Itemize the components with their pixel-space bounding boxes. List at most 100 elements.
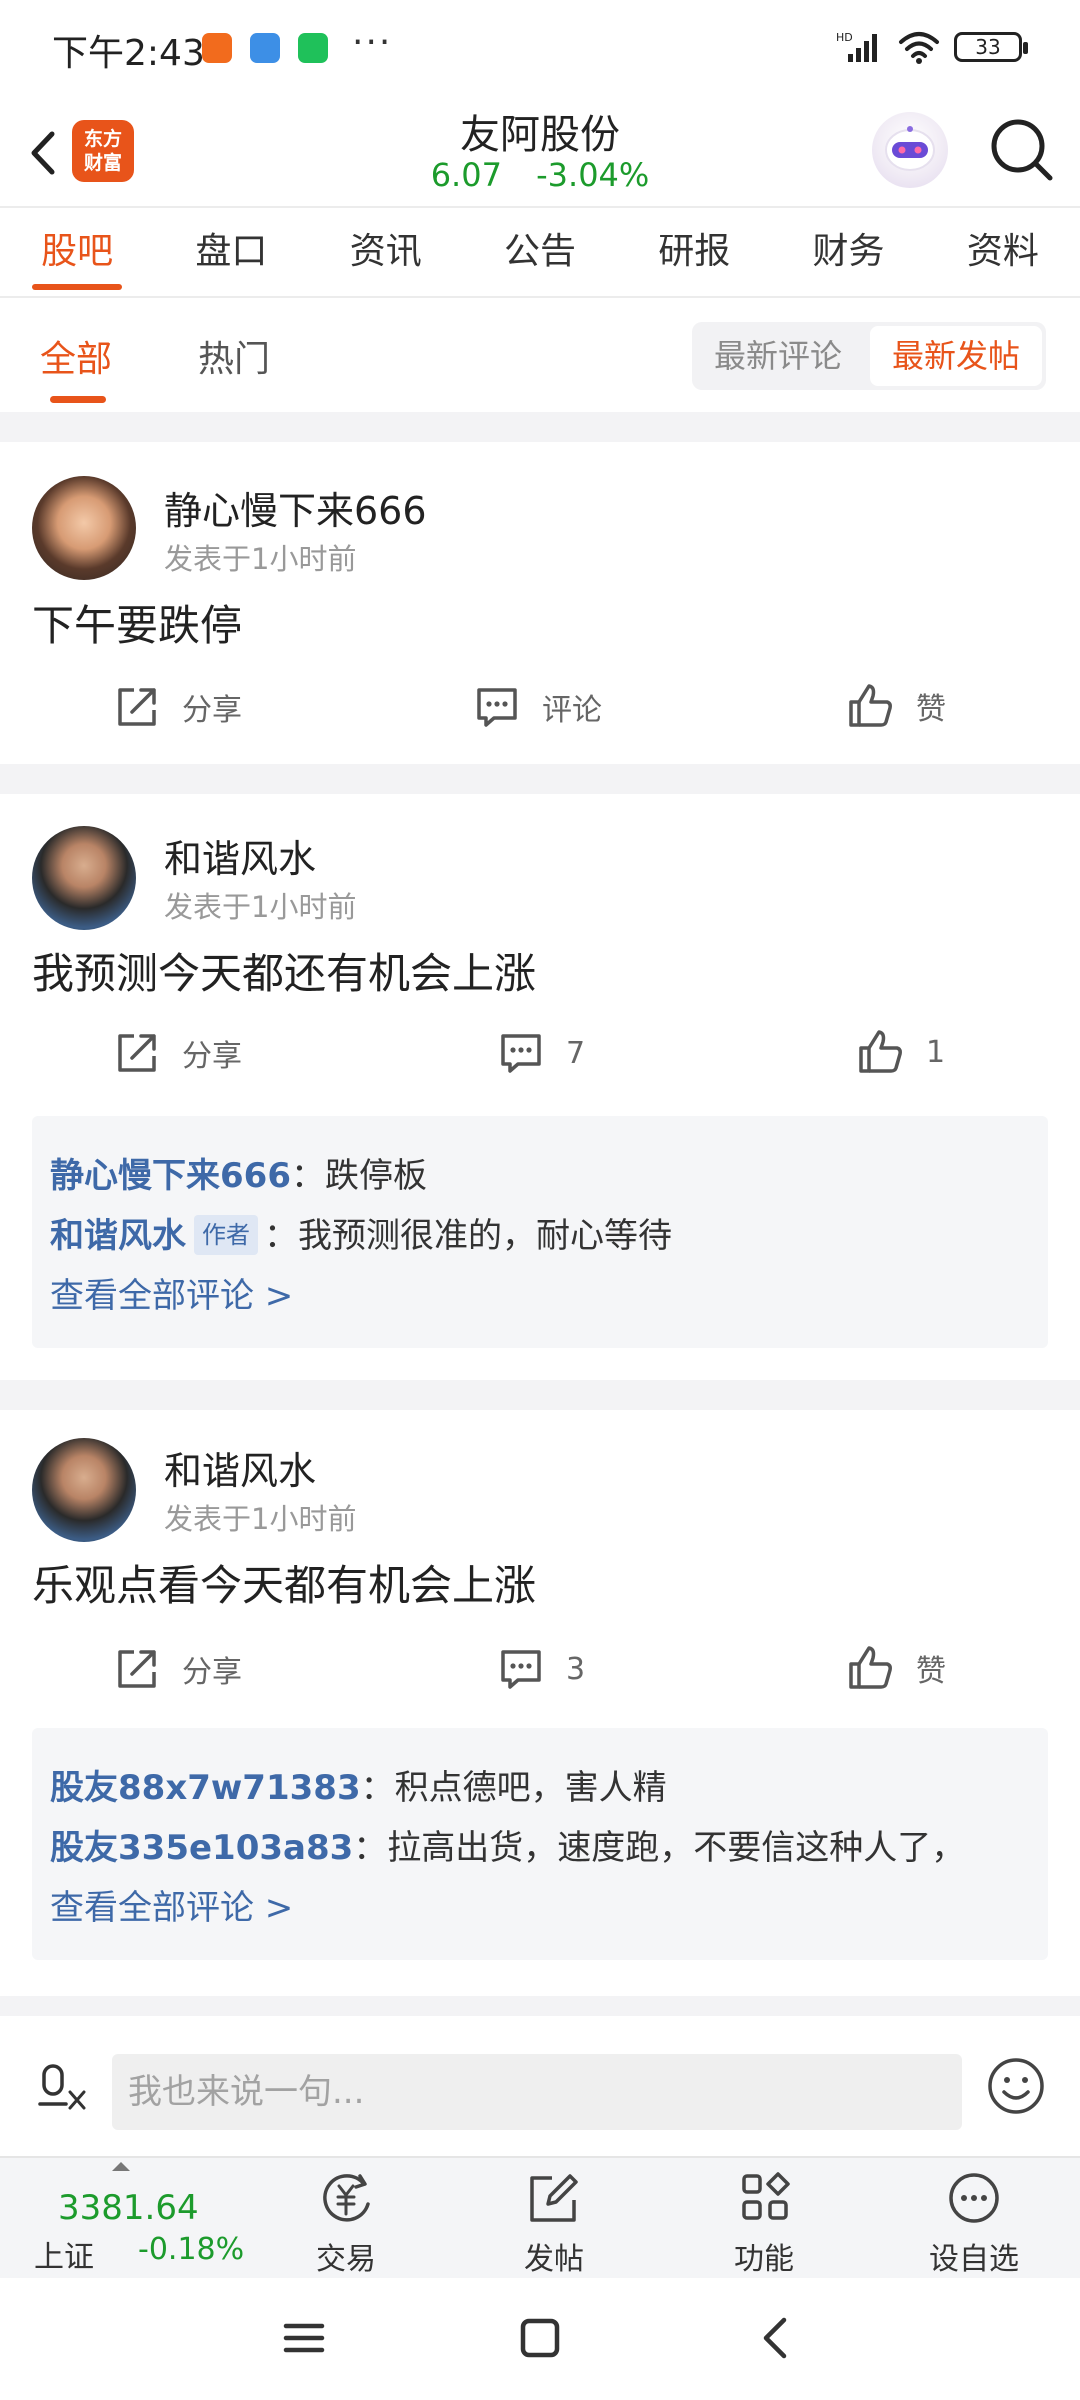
comment-button[interactable]: 3 xyxy=(498,1646,585,1692)
post-author[interactable]: 和谐风水 xyxy=(164,828,316,883)
comment-preview[interactable]: 静心慢下来666：跌停板 和谐风水 作者 ：我预测很准的，耐心等待 查看全部评论 > xyxy=(32,1116,1048,1348)
post-content[interactable]: 我预测今天都还有机会上涨 xyxy=(32,940,536,1001)
avatar[interactable] xyxy=(32,1438,136,1542)
battery-level: 33 xyxy=(975,35,1001,59)
like-button[interactable]: 1 xyxy=(856,1028,945,1076)
add-watchlist-label: 设自选 xyxy=(929,2242,1019,2277)
tab-pankou[interactable]: 盘口 xyxy=(154,208,308,296)
expand-arrow-icon xyxy=(112,2162,130,2171)
avatar[interactable] xyxy=(32,476,136,580)
subtab-indicator xyxy=(50,396,106,403)
avatar[interactable] xyxy=(32,826,136,930)
tab-research[interactable]: 研报 xyxy=(617,208,771,296)
commenter-name[interactable]: 静心慢下来666 xyxy=(50,1156,291,1196)
tab-profile[interactable]: 资料 xyxy=(926,208,1080,296)
trade-icon xyxy=(323,2174,370,2222)
trade-label: 交易 xyxy=(316,2242,376,2277)
share-label: 分享 xyxy=(182,1655,242,1690)
like-button[interactable]: 赞 xyxy=(846,682,946,730)
author-badge: 作者 xyxy=(194,1215,258,1255)
share-button[interactable]: 分享 xyxy=(114,1030,242,1076)
view-all-comments-link[interactable]: 查看全部评论 > xyxy=(50,1878,1030,1938)
more-circle-icon xyxy=(949,2173,999,2223)
share-icon xyxy=(118,1650,156,1688)
status-bar: 下午2:43 ··· HD 33 xyxy=(0,0,1080,98)
wechat-app-icon xyxy=(298,33,328,63)
stock-change: -3.04% xyxy=(536,156,650,194)
system-nav-bar xyxy=(0,2278,1080,2400)
comment-item: 股友88x7w71383：积点德吧，害人精 xyxy=(50,1758,1030,1818)
post-author[interactable]: 静心慢下来666 xyxy=(164,480,427,535)
reply-bar xyxy=(0,2016,1080,2156)
battery-indicator: 33 xyxy=(954,32,1028,62)
thumbs-up-icon xyxy=(849,684,892,727)
post-author[interactable]: 和谐风水 xyxy=(164,1440,316,1495)
commenter-name[interactable]: 股友88x7w71383 xyxy=(50,1768,361,1808)
new-post-label: 发帖 xyxy=(524,2242,584,2277)
comment-item: 和谐风水 作者 ：我预测很准的，耐心等待 xyxy=(50,1206,1030,1266)
share-button[interactable]: 分享 xyxy=(114,684,242,730)
subtab-hot[interactable]: 热门 xyxy=(198,330,270,382)
home-icon[interactable] xyxy=(500,2308,580,2368)
bottom-toolbar: 3381.64 上证 -0.18% 交易 发帖 功能 设自选 xyxy=(0,2156,1080,2278)
post-content[interactable]: 下午要跌停 xyxy=(32,592,242,653)
tab-finance[interactable]: 财务 xyxy=(771,208,925,296)
emoji-icon[interactable] xyxy=(986,2056,1046,2116)
commenter-name[interactable]: 股友335e103a83 xyxy=(50,1828,353,1868)
comment-icon xyxy=(501,1034,541,1073)
divider xyxy=(0,1996,1080,2016)
wifi-icon xyxy=(899,32,939,64)
calendar-app-icon xyxy=(250,33,280,63)
comment-button[interactable]: 评论 xyxy=(474,684,602,730)
like-count: 1 xyxy=(926,1034,946,1070)
back-nav-icon[interactable] xyxy=(736,2308,816,2368)
like-button[interactable]: 赞 xyxy=(846,1644,946,1692)
post-content[interactable]: 乐观点看今天都有机会上涨 xyxy=(32,1552,536,1613)
trade-button[interactable]: 交易 xyxy=(286,2170,406,2278)
sort-toggle: 最新评论 最新发帖 xyxy=(692,322,1046,390)
menu-icon[interactable] xyxy=(264,2308,344,2368)
tab-announcements[interactable]: 公告 xyxy=(463,208,617,296)
comment-count: 7 xyxy=(566,1035,586,1071)
comment-icon xyxy=(477,688,517,727)
divider xyxy=(0,1380,1080,1410)
tab-guba[interactable]: 股吧 xyxy=(0,208,154,296)
divider xyxy=(0,412,1080,442)
index-value: 3381.64 xyxy=(58,2188,199,2228)
index-name: 上证 xyxy=(34,2240,94,2275)
voice-input-icon[interactable] xyxy=(38,2062,88,2112)
commenter-name[interactable]: 和谐风水 xyxy=(50,1216,186,1256)
new-post-button[interactable]: 发帖 xyxy=(494,2170,614,2278)
compose-icon xyxy=(530,2174,578,2222)
post-time: 发表于1小时前 xyxy=(164,542,357,576)
mi-app-icon xyxy=(202,33,232,63)
post-card[interactable]: 和谐风水 发表于1小时前 乐观点看今天都有机会上涨 分享 3 赞 股友88x7w… xyxy=(0,1410,1080,1996)
grid-icon xyxy=(742,2172,790,2220)
share-button[interactable]: 分享 xyxy=(114,1646,242,1692)
like-label: 赞 xyxy=(916,692,946,727)
post-card[interactable]: 静心慢下来666 发表于1小时前 下午要跌停 分享 评论 赞 xyxy=(0,442,1080,764)
post-time: 发表于1小时前 xyxy=(164,1502,357,1536)
add-watchlist-button[interactable]: 设自选 xyxy=(914,2170,1034,2278)
post-card[interactable]: 和谐风水 发表于1小时前 我预测今天都还有机会上涨 分享 7 1 静心慢下来66… xyxy=(0,794,1080,1380)
share-label: 分享 xyxy=(182,1039,242,1074)
functions-button[interactable]: 功能 xyxy=(704,2170,824,2278)
ai-assistant-icon[interactable] xyxy=(872,112,948,188)
status-time: 下午2:43 xyxy=(52,33,205,74)
tab-news[interactable]: 资讯 xyxy=(309,208,463,296)
main-tab-bar: 股吧 盘口 资讯 公告 研报 财务 资料 xyxy=(0,206,1080,298)
subtab-all[interactable]: 全部 xyxy=(40,330,112,382)
comment-icon xyxy=(501,1650,541,1689)
comment-count: 3 xyxy=(566,1651,586,1687)
sort-latest-comment[interactable]: 最新评论 xyxy=(692,326,864,386)
comment-preview[interactable]: 股友88x7w71383：积点德吧，害人精 股友335e103a83：拉高出货，… xyxy=(32,1728,1048,1960)
reply-input[interactable] xyxy=(112,2054,962,2130)
search-icon[interactable] xyxy=(986,114,1058,186)
comment-button[interactable]: 7 xyxy=(498,1030,585,1076)
comment-item: 股友335e103a83：拉高出货，速度跑，不要信这种人了， xyxy=(50,1818,1030,1878)
share-icon xyxy=(118,688,156,726)
divider xyxy=(0,764,1080,794)
view-all-comments-link[interactable]: 查看全部评论 > xyxy=(50,1266,1030,1326)
status-right: HD 33 xyxy=(836,30,1028,64)
sort-latest-post[interactable]: 最新发帖 xyxy=(870,326,1042,386)
